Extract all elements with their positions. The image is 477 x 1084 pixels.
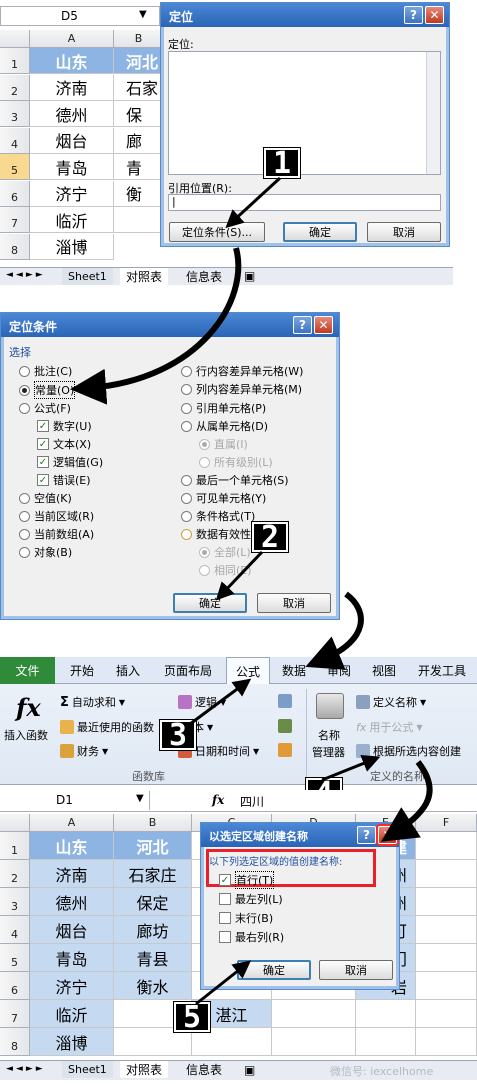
arrow-step5 [195,960,252,1006]
arrow-to-special [70,247,242,405]
arrow-to-dialog [380,760,433,842]
arrow-step2 [215,550,264,601]
arrow-to-ribbon [305,591,364,670]
arrow-step1 [225,176,282,229]
arrow-step3 [189,678,252,726]
arrow-step4 [321,754,381,782]
arrows-overlay [70,176,433,1006]
